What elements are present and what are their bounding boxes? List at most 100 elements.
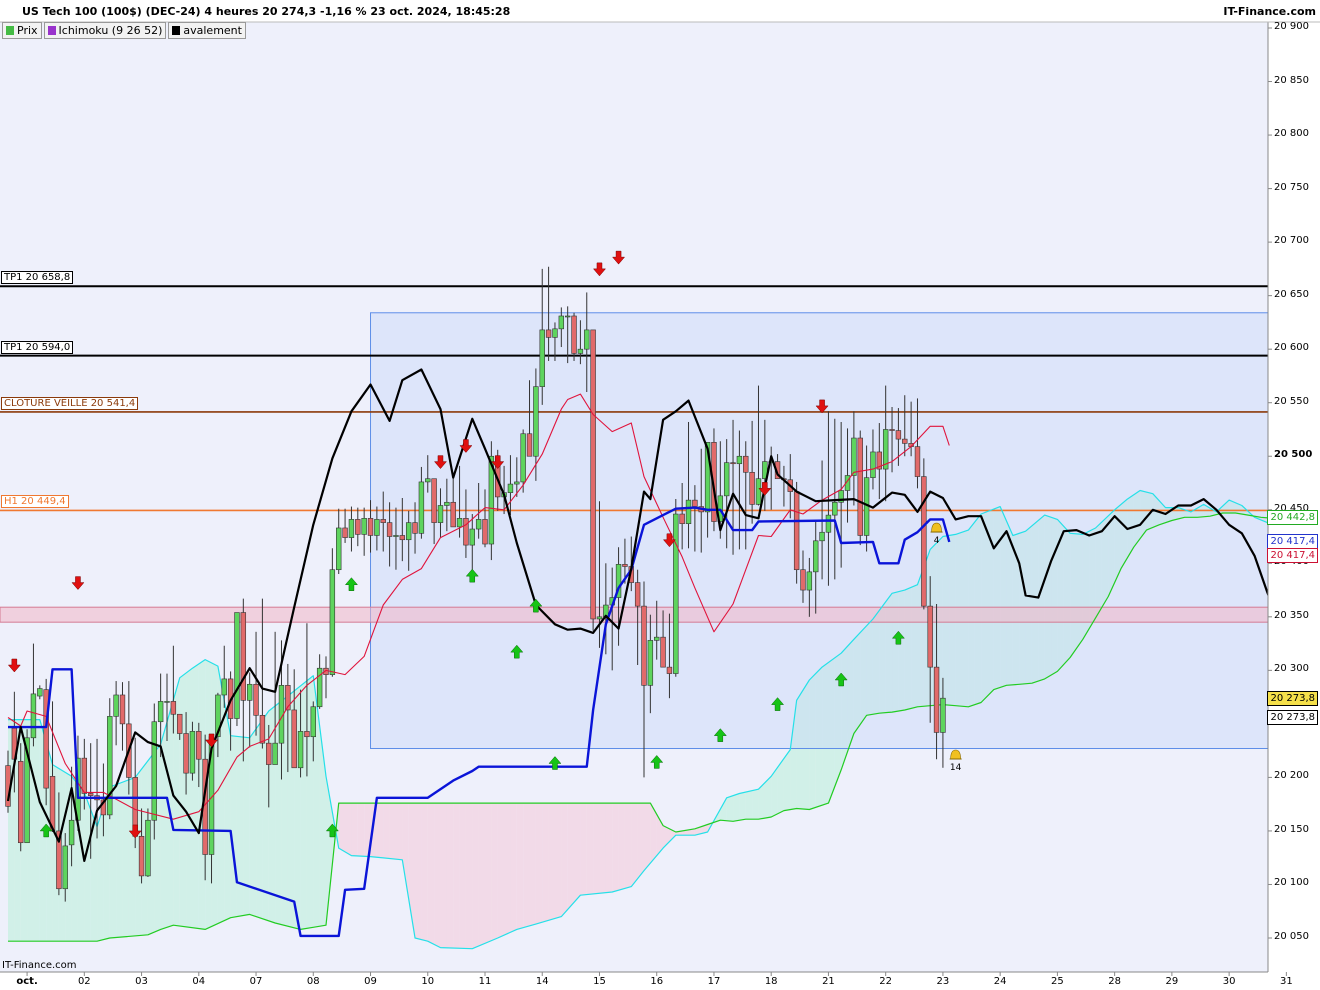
bell-count-label: 4 bbox=[934, 536, 940, 546]
candle-body-up bbox=[475, 519, 482, 530]
x-tick-label: 28 bbox=[1108, 976, 1121, 987]
candle-body-down bbox=[895, 430, 902, 440]
candle-body-up bbox=[246, 683, 253, 701]
kumo-segment bbox=[485, 803, 492, 944]
legend-item-prix[interactable]: Prix bbox=[2, 22, 42, 39]
candle bbox=[571, 312, 577, 361]
candle-body-up bbox=[533, 386, 539, 457]
candle-body-down bbox=[692, 499, 698, 507]
kumo-segment bbox=[561, 803, 568, 917]
candle-body-up bbox=[736, 455, 743, 465]
kumo-segment bbox=[186, 668, 193, 928]
candle-body-up bbox=[145, 819, 151, 877]
candle-body-up bbox=[348, 519, 355, 538]
chart-header: US Tech 100 (100$) (DEC-24) 4 heures 20 … bbox=[0, 0, 1320, 22]
candle-body-up bbox=[221, 678, 227, 696]
candle-body-down bbox=[450, 501, 456, 528]
bell-shape bbox=[950, 749, 961, 760]
candle-body-down bbox=[386, 522, 393, 537]
candle-body-up bbox=[552, 328, 558, 338]
kumo-segment bbox=[497, 803, 505, 938]
candle-body-up bbox=[68, 819, 75, 846]
candle-body-down bbox=[526, 433, 533, 457]
price-box: 20 273,8 bbox=[1267, 710, 1318, 726]
kumo-segment bbox=[459, 803, 466, 949]
candle-body-down bbox=[590, 329, 596, 620]
kumo-segment bbox=[739, 792, 746, 821]
x-tick-label: 02 bbox=[77, 976, 91, 987]
y-tick-label: 20 850 bbox=[1274, 74, 1309, 86]
legend-label-prix: Prix bbox=[17, 24, 38, 37]
y-tick-label: 20 200 bbox=[1274, 770, 1309, 782]
kumo-segment bbox=[440, 803, 447, 948]
x-tick-label: 07 bbox=[249, 976, 263, 987]
candle-body-up bbox=[584, 329, 590, 350]
candle-body-up bbox=[819, 531, 825, 542]
kumo-segment bbox=[733, 793, 740, 822]
candle bbox=[151, 703, 157, 840]
legend-swatch-ichimoku bbox=[47, 26, 56, 35]
candle-body-down bbox=[641, 605, 647, 686]
candle-body-up bbox=[297, 731, 304, 769]
candle-body-down bbox=[933, 666, 940, 733]
x-tick-label: 03 bbox=[135, 976, 148, 987]
kumo-segment bbox=[783, 749, 791, 811]
candle-body-up bbox=[647, 640, 654, 686]
price-chart[interactable]: 4 14 bbox=[0, 0, 1320, 990]
chart-title: US Tech 100 (100$) (DEC-24) 4 heures 20 … bbox=[22, 5, 511, 18]
kumo-segment bbox=[510, 803, 517, 933]
kumo-segment bbox=[395, 803, 403, 860]
candle-body-up bbox=[723, 462, 730, 497]
kumo-segment bbox=[745, 790, 753, 820]
x-tick-label: 10 bbox=[421, 976, 435, 987]
kumo-segment bbox=[268, 706, 276, 924]
legend-item-ichimoku[interactable]: Ichimoku (9 26 52) bbox=[43, 22, 167, 39]
kumo-segment bbox=[586, 803, 594, 895]
kumo-segment bbox=[446, 803, 454, 949]
candle-body-up bbox=[113, 694, 119, 717]
x-tick-label: 14 bbox=[535, 976, 549, 987]
chart-root: 4 14 US Tech 100 (100$) (DEC-24) 4 heures… bbox=[0, 0, 1320, 990]
kumo-segment bbox=[376, 803, 384, 858]
candle-body-down bbox=[177, 713, 183, 734]
candle-body-up bbox=[813, 540, 819, 573]
candle-body-down bbox=[660, 636, 666, 668]
candle-body-up bbox=[685, 499, 692, 524]
indicator-legend: Prix Ichimoku (9 26 52) avalement bbox=[2, 22, 246, 39]
candle-body-down bbox=[545, 329, 552, 338]
candle-body-down bbox=[138, 835, 145, 877]
x-tick-label: 18 bbox=[764, 976, 778, 987]
candle-body-down bbox=[304, 731, 310, 738]
candle bbox=[43, 678, 49, 806]
candle-body-down bbox=[240, 612, 247, 701]
x-tick-label: 25 bbox=[1051, 976, 1064, 987]
kumo-segment bbox=[472, 803, 479, 949]
candle-body-down bbox=[266, 742, 272, 765]
kumo-segment bbox=[535, 803, 543, 925]
kumo-segment bbox=[224, 700, 231, 921]
candle-body-down bbox=[399, 535, 406, 541]
kumo-segment bbox=[478, 803, 485, 947]
kumo-segment bbox=[644, 803, 651, 871]
bell-shape bbox=[931, 522, 942, 533]
kumo-segment bbox=[465, 803, 473, 949]
x-tick-label: 15 bbox=[593, 976, 606, 987]
kumo-segment bbox=[389, 803, 396, 860]
candle-body-down bbox=[196, 731, 202, 760]
legend-item-avalement[interactable]: avalement bbox=[168, 22, 246, 39]
kumo-segment bbox=[612, 803, 619, 892]
kumo-segment bbox=[516, 803, 524, 930]
y-tick-label: 20 500 bbox=[1274, 449, 1313, 461]
candle-body-up bbox=[564, 315, 571, 318]
y-tick-label: 20 700 bbox=[1274, 235, 1309, 247]
candle-body-up bbox=[329, 569, 336, 675]
candle-body-down bbox=[412, 522, 418, 534]
candle-body-down bbox=[730, 462, 736, 465]
kumo-segment bbox=[580, 803, 587, 896]
kumo-segment bbox=[599, 803, 606, 894]
kumo-segment bbox=[567, 803, 575, 910]
kumo-segment bbox=[624, 803, 632, 889]
candle-body-up bbox=[654, 636, 660, 641]
candle-body-up bbox=[157, 701, 164, 723]
candle-body-up bbox=[310, 706, 316, 738]
